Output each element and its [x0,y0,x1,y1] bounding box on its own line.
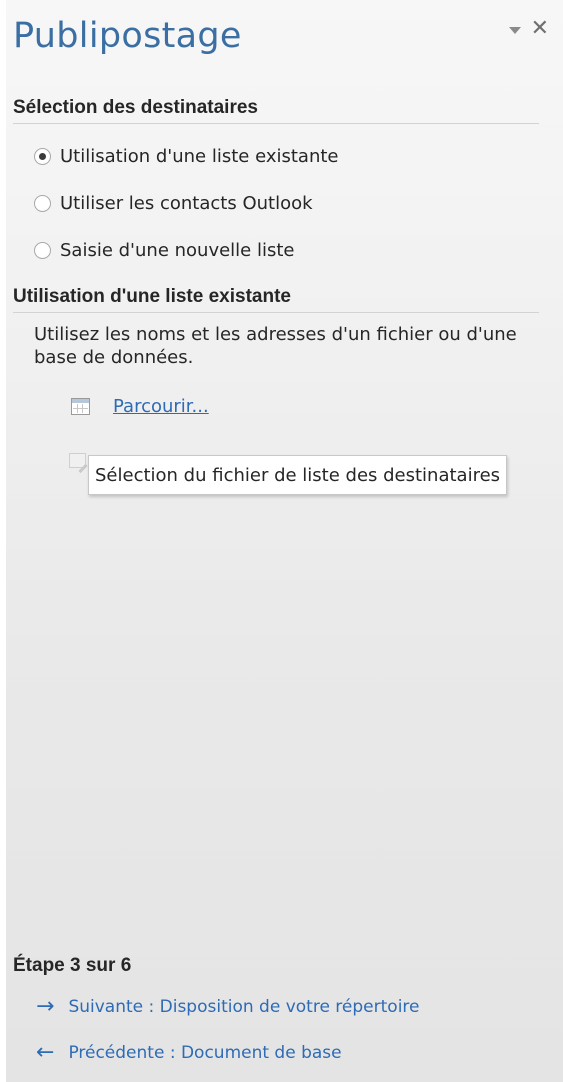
radio-option-outlook-contacts[interactable]: Utiliser les contacts Outlook [34,180,338,227]
browse-row[interactable]: Parcourir... [71,396,209,417]
radio-button[interactable] [34,242,51,259]
dropdown-triangle-icon[interactable] [508,26,521,34]
radio-button-checked[interactable] [34,148,51,165]
mail-merge-pane: Publipostage ✕ Sélection des destinatair… [0,0,563,1082]
table-icon [71,398,90,415]
close-icon[interactable]: ✕ [531,18,549,40]
step-indicator: Étape 3 sur 6 [13,955,132,976]
radio-option-new-list[interactable]: Saisie d'une nouvelle liste [34,227,338,274]
next-step-link[interactable]: → Suivante : Disposition de votre répert… [36,996,420,1018]
previous-step-label[interactable]: Précédente : Document de base [68,1043,341,1063]
tooltip: Sélection du fichier de liste des destin… [88,455,508,495]
radio-label: Utilisation d'une liste existante [60,146,339,167]
pane-title: Publipostage [13,16,242,56]
section-header-existing-list: Utilisation d'une liste existante [13,286,539,313]
section-header-recipients: Sélection des destinataires [13,97,539,124]
pane-controls: ✕ [508,18,549,40]
edit-list-icon[interactable] [69,453,86,468]
radio-option-existing-list[interactable]: Utilisation d'une liste existante [34,133,338,180]
next-step-label[interactable]: Suivante : Disposition de votre répertoi… [68,997,419,1017]
existing-list-description: Utilisez les noms et les adresses d'un f… [34,324,517,368]
recipient-options: Utilisation d'une liste existante Utilis… [34,133,338,274]
arrow-right-icon: → [36,994,55,1019]
browse-link[interactable]: Parcourir... [113,396,209,417]
arrow-left-icon: ← [36,1040,55,1065]
radio-button[interactable] [34,195,51,212]
radio-label: Saisie d'une nouvelle liste [60,240,295,261]
radio-label: Utiliser les contacts Outlook [60,193,313,214]
previous-step-link[interactable]: ← Précédente : Document de base [36,1042,342,1064]
pane-left-border [0,0,6,1082]
